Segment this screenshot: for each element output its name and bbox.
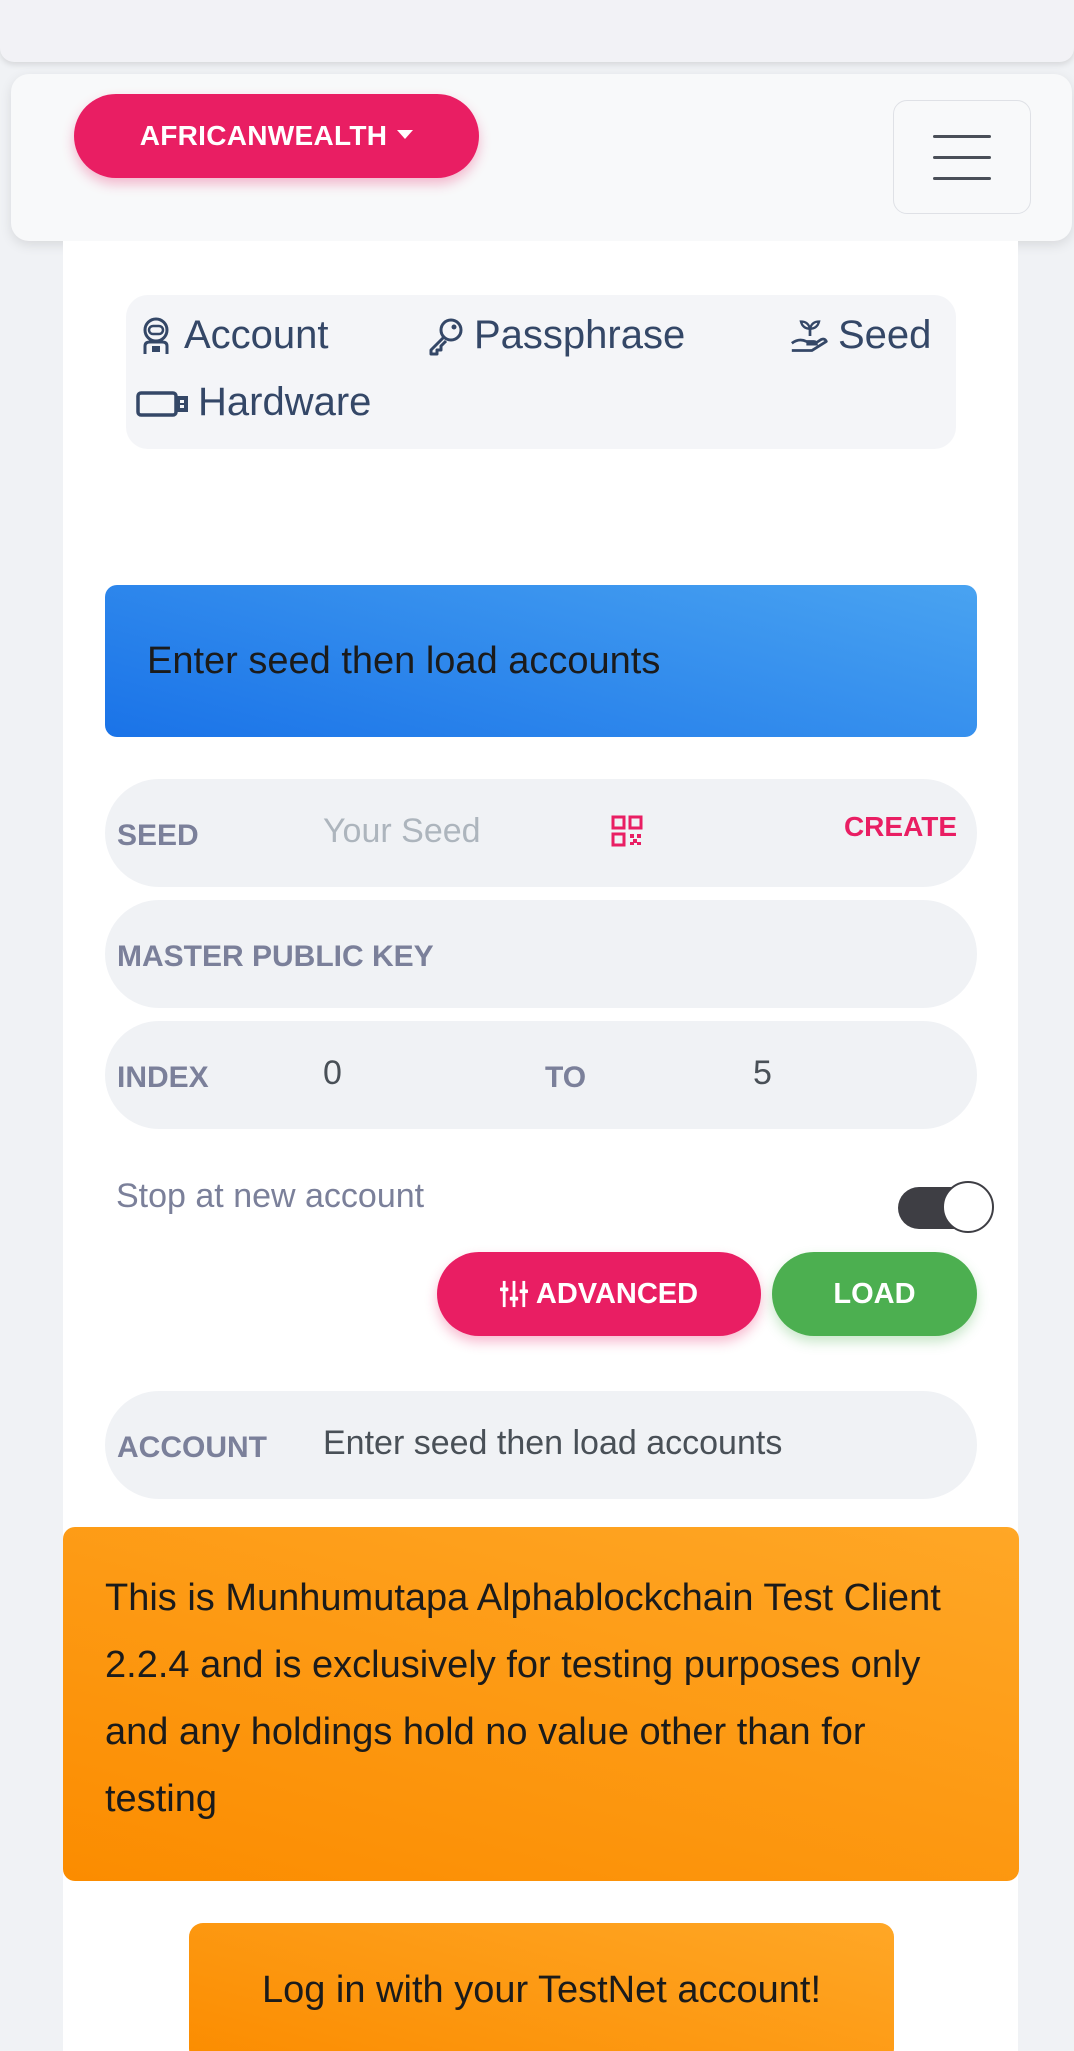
index-label: INDEX [117,1061,209,1094]
testnet-warning-alert: This is Munhumutapa Alphablockchain Test… [63,1527,1019,1881]
account-label: ACCOUNT [117,1431,267,1464]
index-range-field: INDEX 0 TO 5 [105,1021,977,1129]
astronaut-icon [143,317,169,354]
browser-top-strip [0,0,1074,62]
seed-field: SEED Your Seed CREATE [105,779,977,887]
toggle-knob [942,1181,994,1233]
tab-hardware-label: Hardware [198,380,372,424]
qr-code-icon[interactable] [611,815,643,847]
stop-at-new-account-label: Stop at new account [116,1177,425,1215]
index-to-input[interactable]: 5 [753,1054,772,1093]
load-button[interactable]: LOAD [772,1252,977,1336]
tab-account-label: Account [184,313,329,357]
login-prompt-text: Log in with your TestNet account! [261,1969,822,2011]
advanced-label: ADVANCED [535,1277,699,1310]
hamburger-line [933,176,991,180]
seed-input[interactable]: Your Seed [323,812,481,851]
seedling-hand-icon [791,319,828,352]
tab-passphrase[interactable]: Passphrase [426,313,685,358]
usb-drive-icon [136,390,188,417]
index-from-input[interactable]: 0 [323,1054,342,1093]
tab-hardware[interactable]: Hardware [136,380,371,425]
caret-down-icon [397,129,414,139]
hamburger-line [933,155,991,159]
login-method-tabs: Account Passphrase Seed Hardware [126,295,956,449]
key-icon [429,318,463,355]
stop-at-new-account-toggle[interactable] [898,1181,994,1233]
seed-label: SEED [117,819,199,852]
sliders-icon [499,1280,528,1308]
brand-label: AFRICANWEALTH [139,120,388,151]
login-prompt-box: Log in with your TestNet account! [189,1923,894,2051]
create-seed-link[interactable]: CREATE [844,811,957,843]
testnet-warning-text: This is Munhumutapa Alphablockchain Test… [105,1577,941,1820]
navbar: AFRICANWEALTH [11,74,1072,241]
to-label: TO [545,1061,587,1094]
info-alert: Enter seed then load accounts [105,585,977,737]
tab-passphrase-label: Passphrase [474,313,686,357]
account-select[interactable]: Enter seed then load accounts [323,1424,782,1463]
tab-seed[interactable]: Seed [790,313,931,358]
hamburger-line [933,134,991,138]
hamburger-menu-button[interactable] [893,100,1031,214]
account-field: ACCOUNT Enter seed then load accounts [105,1391,977,1499]
master-public-key-label: MASTER PUBLIC KEY [117,940,434,973]
tab-seed-label: Seed [838,313,932,357]
load-label: LOAD [833,1277,916,1310]
brand-dropdown-button[interactable]: AFRICANWEALTH [74,94,479,178]
tab-account[interactable]: Account [136,313,329,358]
master-public-key-field[interactable]: MASTER PUBLIC KEY [105,900,977,1008]
advanced-button[interactable]: ADVANCED [437,1252,761,1336]
